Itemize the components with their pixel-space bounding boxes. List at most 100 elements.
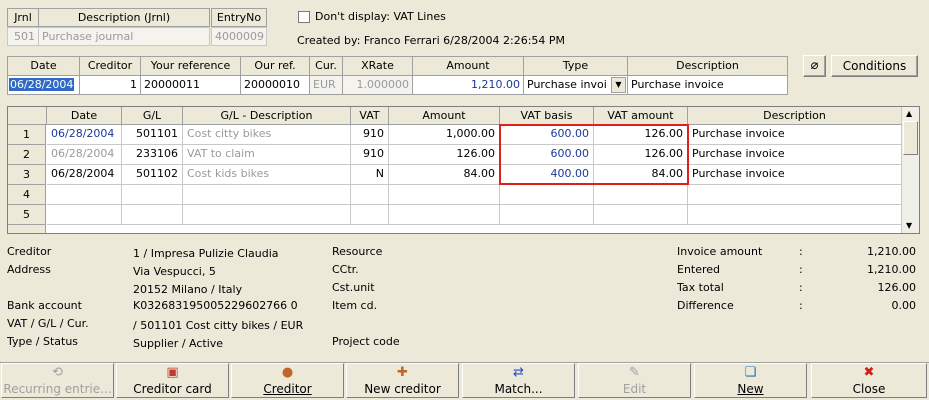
entry-currency-header: Cur.: [309, 56, 343, 76]
row-number[interactable]: 5: [8, 205, 46, 225]
table-cell[interactable]: [389, 205, 500, 225]
table-cell[interactable]: Purchase invoice: [688, 145, 902, 165]
tax-total-label: Tax total: [677, 281, 724, 294]
jrnl-value: 501: [7, 27, 39, 46]
new-label: New: [737, 382, 764, 396]
table-cell[interactable]: [594, 185, 688, 205]
entry-your-ref-header: Your reference: [140, 56, 241, 76]
match-label: Match...: [494, 382, 543, 396]
dont-display-checkbox[interactable]: [298, 11, 310, 23]
entered-sep: :: [799, 263, 803, 276]
row-number[interactable]: 1: [8, 125, 46, 145]
entry-xrate-header: XRate: [342, 56, 413, 76]
table-cell[interactable]: [351, 185, 389, 205]
entry-creditor-header: Creditor: [79, 56, 141, 76]
difference-value: 0.00: [891, 299, 917, 312]
row-number[interactable]: 2: [8, 145, 46, 165]
entry-currency-field: EUR: [309, 75, 343, 95]
entry-our-ref-field[interactable]: 20000010: [240, 75, 310, 95]
recurring-icon: ⟲: [52, 365, 63, 380]
jrnl-description-header: Description (Jrnl): [38, 8, 210, 27]
table-cell[interactable]: 1,000.00: [389, 125, 500, 145]
vertical-scrollbar[interactable]: ▲ ▼: [901, 107, 919, 233]
table-cell[interactable]: [500, 205, 594, 225]
table-cell[interactable]: [183, 185, 351, 205]
cst-unit-label: Cst.unit: [332, 281, 375, 294]
line-description-header: Description: [688, 107, 902, 125]
edit-button[interactable]: ✎ Edit: [578, 363, 691, 398]
row-number[interactable]: 4: [8, 185, 46, 205]
table-cell[interactable]: 06/28/2004: [47, 125, 122, 145]
table-cell[interactable]: 501101: [122, 125, 183, 145]
row-number[interactable]: [8, 225, 46, 233]
table-cell[interactable]: [594, 205, 688, 225]
tax-total-value: 126.00: [877, 281, 917, 294]
difference-label: Difference: [677, 299, 734, 312]
close-label: Close: [852, 382, 886, 396]
row-number-header: [8, 107, 47, 125]
edit-label: Edit: [622, 382, 647, 396]
entry-type-value: Purchase invoi: [527, 78, 607, 91]
new-document-icon: ❏: [744, 365, 757, 380]
entry-no-header: EntryNo: [211, 8, 267, 27]
table-cell[interactable]: [351, 205, 389, 225]
scroll-up-icon[interactable]: ▲: [906, 109, 912, 118]
line-date-header: Date: [47, 107, 122, 125]
table-cell[interactable]: [47, 205, 122, 225]
creditor-button[interactable]: ● Creditor: [231, 363, 344, 398]
creditor-card-label: Creditor card: [133, 382, 212, 396]
creditor-label: Creditor: [7, 245, 52, 258]
vat-gl-cur-value: / 501101 Cost citty bikes / EUR: [133, 319, 304, 332]
table-cell[interactable]: N: [351, 165, 389, 185]
table-cell[interactable]: [47, 185, 122, 205]
table-cell[interactable]: [122, 185, 183, 205]
address-line2: 20152 Milano / Italy: [133, 283, 243, 296]
project-code-label: Project code: [332, 335, 400, 348]
table-cell: Cost citty bikes: [183, 125, 351, 145]
lines-grid: Date G/L G/L - Description VAT Amount VA…: [7, 106, 920, 234]
jrnl-header: Jrnl: [7, 8, 39, 27]
match-button[interactable]: ⇄ Match...: [462, 363, 575, 398]
table-cell[interactable]: Purchase invoice: [688, 165, 902, 185]
entry-your-ref-field[interactable]: 20000011: [140, 75, 241, 95]
new-creditor-label: New creditor: [364, 382, 441, 396]
table-cell[interactable]: [122, 205, 183, 225]
table-cell[interactable]: 126.00: [389, 145, 500, 165]
table-cell[interactable]: Purchase invoice: [688, 125, 902, 145]
table-cell[interactable]: [389, 185, 500, 205]
attach-button[interactable]: ⌀: [803, 55, 826, 77]
entry-date-field[interactable]: 06/28/2004: [7, 75, 80, 95]
table-cell[interactable]: 06/28/2004: [47, 165, 122, 185]
vat-gl-cur-label: VAT / G/L / Cur.: [7, 317, 89, 330]
entry-amount-field[interactable]: 1,210.00: [412, 75, 524, 95]
conditions-button[interactable]: Conditions: [831, 55, 918, 77]
line-amount-header: Amount: [389, 107, 500, 125]
table-cell[interactable]: 910: [351, 125, 389, 145]
table-cell[interactable]: [183, 205, 351, 225]
address-line1: Via Vespucci, 5: [133, 265, 216, 278]
row-number[interactable]: 3: [8, 165, 46, 185]
table-cell[interactable]: 06/28/2004: [47, 145, 122, 165]
entry-date-header: Date: [7, 56, 80, 76]
table-cell[interactable]: [688, 185, 902, 205]
table-cell[interactable]: [688, 205, 902, 225]
table-cell: Cost kids bikes: [183, 165, 351, 185]
chevron-down-icon[interactable]: ▼: [611, 77, 626, 93]
creditor-card-icon: ▣: [166, 365, 179, 380]
close-button[interactable]: ✖ Close: [811, 363, 927, 398]
table-cell[interactable]: [500, 185, 594, 205]
table-cell[interactable]: 910: [351, 145, 389, 165]
scroll-thumb[interactable]: [903, 121, 918, 155]
creditor-card-button[interactable]: ▣ Creditor card: [116, 363, 229, 398]
new-creditor-button[interactable]: ✚ New creditor: [346, 363, 459, 398]
user-icon: ●: [281, 365, 294, 380]
table-cell[interactable]: 84.00: [389, 165, 500, 185]
table-cell[interactable]: 233106: [122, 145, 183, 165]
scroll-down-icon[interactable]: ▼: [906, 221, 912, 230]
entry-creditor-field[interactable]: 1: [79, 75, 141, 95]
new-button[interactable]: ❏ New: [694, 363, 807, 398]
table-cell[interactable]: 501102: [122, 165, 183, 185]
close-icon: ✖: [863, 365, 875, 380]
recurring-entries-button[interactable]: ⟲ Recurring entrie...: [1, 363, 114, 398]
entry-description-field[interactable]: Purchase invoice: [627, 75, 788, 95]
